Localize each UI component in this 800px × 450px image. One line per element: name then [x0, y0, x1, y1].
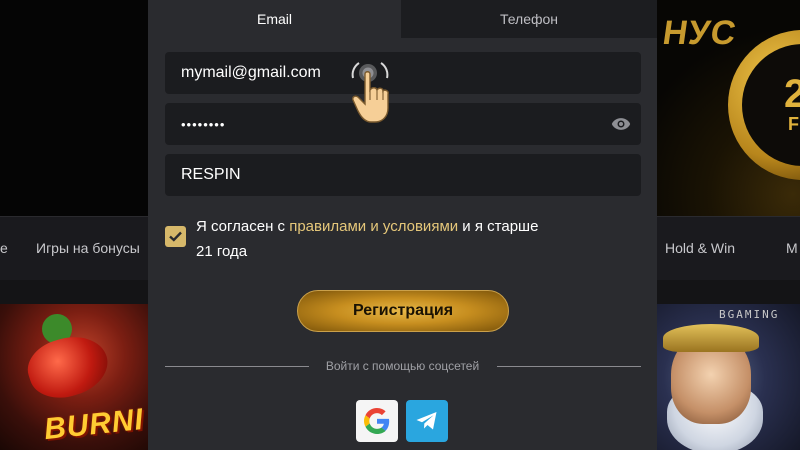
- game-tile-burning[interactable]: BURNI: [0, 304, 148, 450]
- game-provider-label: BGAMING: [719, 308, 780, 321]
- registration-tabs: Email Телефон: [148, 0, 657, 38]
- google-login-button[interactable]: [356, 400, 398, 442]
- agreement-text: Я согласен с правилами и условиями и я с…: [196, 214, 556, 264]
- tab-email[interactable]: Email: [148, 0, 401, 38]
- agreement-checkbox[interactable]: [165, 226, 186, 247]
- tap-gesture-icon: [351, 62, 389, 123]
- nav-item-partial[interactable]: е: [0, 240, 8, 256]
- checkmark-icon: [169, 231, 182, 242]
- page: НУС 2 FR е Игры на бонусы Hold & Win M B…: [0, 0, 800, 450]
- chili-pepper-graphic: [20, 327, 116, 407]
- telegram-icon: [416, 412, 437, 430]
- game-tile-viking[interactable]: BGAMING: [657, 304, 800, 450]
- bonus-coin-label: FR: [788, 114, 800, 134]
- divider-line-right: [497, 366, 641, 367]
- promo-banner-text: НУС: [660, 14, 740, 52]
- eye-icon[interactable]: [611, 115, 631, 133]
- nav-item-bonus-games[interactable]: Игры на бонусы: [36, 240, 140, 256]
- nav-item-partial-right[interactable]: M: [786, 240, 798, 256]
- bonus-coin-number: 2: [784, 72, 800, 116]
- promo-code-input[interactable]: [181, 166, 561, 184]
- agreement-text-before: Я согласен с: [196, 218, 290, 235]
- telegram-login-button[interactable]: [406, 400, 448, 442]
- game-tile-title: BURNI: [42, 402, 146, 447]
- terms-link[interactable]: правилами и условиями: [289, 218, 458, 235]
- register-button[interactable]: Регистрация: [297, 290, 509, 332]
- tab-phone[interactable]: Телефон: [401, 0, 657, 38]
- viking-helmet-graphic: [663, 324, 759, 352]
- promo-code-field[interactable]: [165, 154, 641, 196]
- google-icon: [364, 408, 390, 434]
- nav-item-hold-win[interactable]: Hold & Win: [665, 240, 735, 256]
